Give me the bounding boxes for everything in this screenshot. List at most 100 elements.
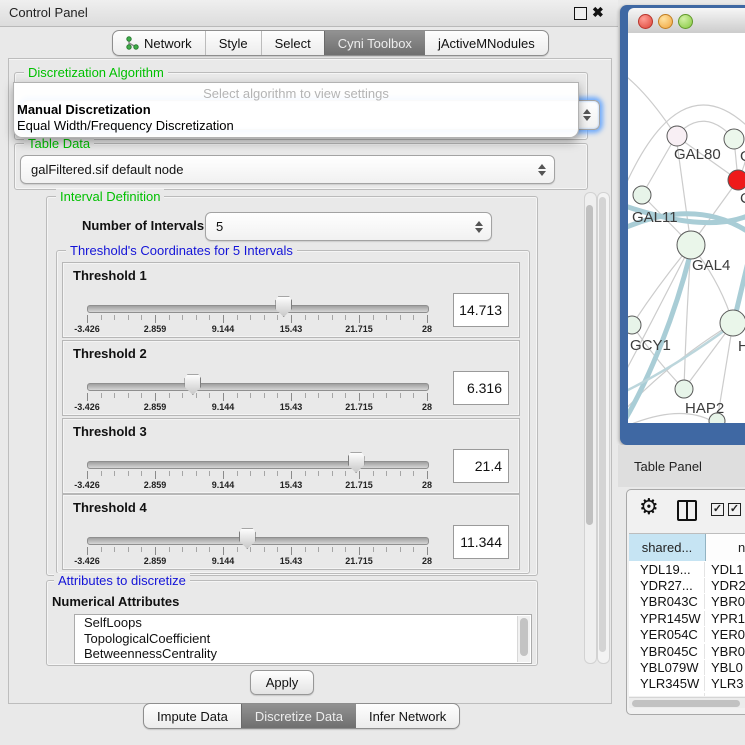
network-node-label: GCY1 [630,337,671,354]
table-panel-box: ⚙ ✓ ✓ shared... n YDL19...YDL1YDR27...YD… [626,489,745,715]
column-header-name[interactable]: n [706,534,745,561]
tab-label: jActiveMNodules [438,36,535,51]
slider-thumb[interactable] [348,452,365,473]
tab-select[interactable]: Select [261,31,324,55]
table-row[interactable]: YBL079WYBL0 [629,659,745,675]
network-window: GAL80GCGAL11GAL4GCY1HHAP2 [620,5,745,445]
network-node-gal11[interactable] [633,186,651,204]
slider-thumb[interactable] [275,296,292,317]
threshold-value-field[interactable]: 11.344 [453,525,509,559]
tab-discretize-data[interactable]: Discretize Data [241,704,356,728]
cell-shared-name[interactable]: YBL079W [629,660,705,675]
threshold-slider[interactable]: -3.4262.8599.14415.4321.71528 [87,263,427,337]
cell-shared-name[interactable]: YPR145W [629,611,705,626]
network-node-h[interactable] [720,310,745,336]
table-row[interactable]: YER054CYER0 [629,627,745,643]
column-header-shared-name[interactable]: shared... [629,534,706,561]
close-icon[interactable]: ✖ [592,4,604,20]
threshold-row: Threshold 3 -3.4262.8599.14415.4321.7152… [62,418,520,494]
network-node-label: GAL80 [674,146,721,163]
threshold-slider[interactable]: -3.4262.8599.14415.4321.71528 [87,495,427,569]
outer-scrollbar[interactable] [597,192,610,664]
cell-name[interactable]: YIL0 [705,693,745,696]
number-of-intervals-combobox[interactable]: 5 [205,212,492,241]
tab-infer-network[interactable]: Infer Network [356,704,459,728]
zoom-traffic-icon[interactable] [678,14,693,29]
panel-scrollbar[interactable] [584,192,597,664]
algorithm-option-manual[interactable]: Manual Discretization [17,102,151,117]
cell-shared-name[interactable]: YBR045C [629,644,705,659]
table-row[interactable]: YIL052CYIL0 [629,692,745,696]
table-row[interactable]: YDR27...YDR2 [629,577,745,593]
apply-button[interactable]: Apply [250,670,314,695]
top-tabstrip: Network StyleSelectCyni Toolbox jActiveMNo… [112,30,549,56]
cell-name[interactable]: YDL1 [705,562,745,577]
cell-name[interactable]: YER0 [705,627,745,642]
network-edge[interactable] [628,73,676,136]
cell-name[interactable]: YBR0 [705,594,745,609]
cell-shared-name[interactable]: YBR043C [629,594,705,609]
slider-thumb[interactable] [184,374,201,395]
tab-label: Impute Data [157,709,228,724]
algorithm-option-equal-width[interactable]: Equal Width/Frequency Discretization [17,118,234,133]
gear-icon[interactable]: ⚙ [639,494,659,520]
network-node-gcy1[interactable] [628,316,641,334]
tab-cyni-toolbox[interactable]: Cyni Toolbox [324,31,425,55]
slider-track[interactable] [87,461,429,469]
tab-style[interactable]: Style [205,31,261,55]
network-node-label: GAL11 [632,209,678,226]
table-row[interactable]: YBR043CYBR0 [629,594,745,610]
cell-shared-name[interactable]: YIL052C [629,693,705,696]
float-window-icon[interactable] [574,7,587,20]
threshold-slider[interactable]: -3.4262.8599.14415.4321.71528 [87,341,427,415]
split-columns-icon[interactable] [677,500,697,521]
cell-name[interactable]: YPR1 [705,611,745,626]
attribute-item[interactable]: TopologicalCoefficient [75,631,531,647]
cell-shared-name[interactable]: YLR345W [629,676,705,691]
attributes-scrollbar[interactable] [517,616,530,662]
cell-name[interactable]: YLR3 [705,676,745,691]
threshold-value-field[interactable]: 21.4 [453,449,509,483]
table-row[interactable]: YLR345WYLR3 [629,676,745,692]
tab-jactivemnodules[interactable]: jActiveMNodules [425,31,548,55]
table-data-combobox[interactable]: galFiltered.sif default node [20,155,555,184]
network-node-gal4[interactable] [677,231,705,259]
threshold-slider[interactable]: -3.4262.8599.14415.4321.71528 [87,419,427,493]
slider-tick-labels: -3.4262.8599.14415.4321.71528 [87,324,427,336]
cell-name[interactable]: YDR2 [705,578,745,593]
number-of-intervals-value: 5 [216,219,223,234]
threshold-value-field[interactable]: 6.316 [453,371,509,405]
attribute-item[interactable]: SelfLoops [75,615,531,631]
table-row[interactable]: YDL19...YDL1 [629,561,745,577]
table-horizontal-scrollbar[interactable] [629,697,745,708]
checkbox-icon[interactable]: ✓ [728,503,741,516]
tab-network[interactable]: Network [113,31,205,55]
slider-track[interactable] [87,383,429,391]
threshold-value-field[interactable]: 14.713 [453,293,509,327]
combo-stepper-icon [538,164,546,176]
minimize-traffic-icon[interactable] [658,14,673,29]
checkbox-icon[interactable]: ✓ [711,503,724,516]
cell-shared-name[interactable]: YER054C [629,627,705,642]
slider-track[interactable] [87,305,429,313]
slider-track[interactable] [87,537,429,545]
tab-label: Network [144,36,192,51]
slider-thumb[interactable] [239,528,256,549]
table-panel-title: Table Panel [634,459,702,474]
network-node-g[interactable] [724,129,744,149]
table-row[interactable]: YPR145WYPR1 [629,610,745,626]
cell-shared-name[interactable]: YDL19... [629,562,705,577]
cell-shared-name[interactable]: YDR27... [629,578,705,593]
tab-label: Discretize Data [255,709,343,724]
network-node-hap2[interactable] [675,380,693,398]
tab-impute-data[interactable]: Impute Data [144,704,241,728]
cell-name[interactable]: YBL0 [705,660,745,675]
network-node-gal80[interactable] [667,126,687,146]
network-canvas[interactable]: GAL80GCGAL11GAL4GCY1HHAP2 [628,33,745,423]
table-row[interactable]: YBR045CYBR0 [629,643,745,659]
network-node-c[interactable] [728,170,745,190]
close-traffic-icon[interactable] [638,14,653,29]
numerical-attributes-list[interactable]: SelfLoopsTopologicalCoefficientBetweenne… [74,614,532,664]
attribute-item[interactable]: BetweennessCentrality [75,646,531,662]
cell-name[interactable]: YBR0 [705,644,745,659]
